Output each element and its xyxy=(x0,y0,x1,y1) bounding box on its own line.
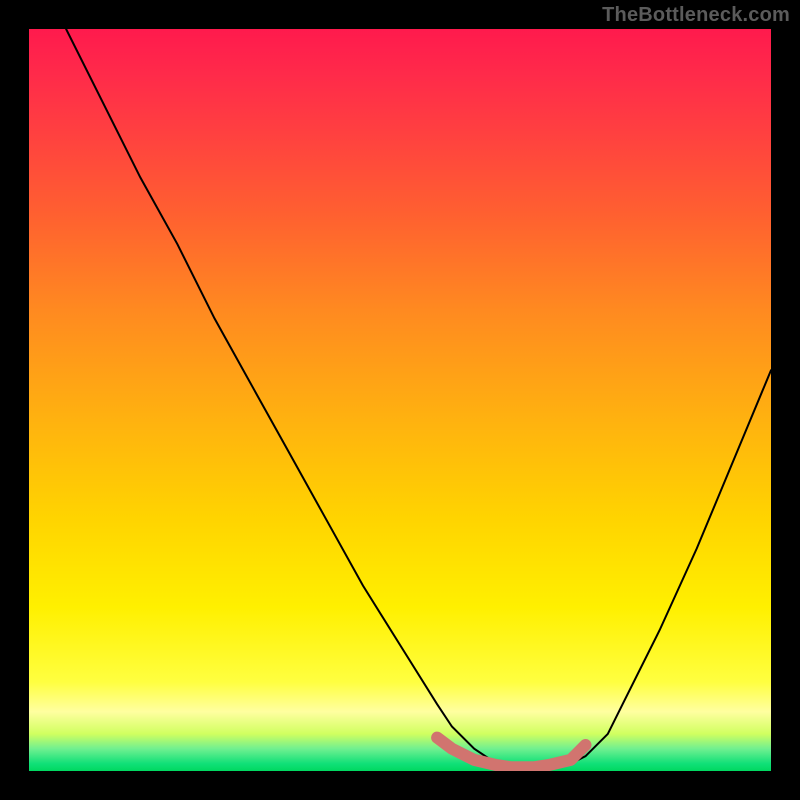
chart-frame: TheBottleneck.com xyxy=(0,0,800,800)
chart-svg xyxy=(29,29,771,771)
optimal-range-marker xyxy=(437,738,585,768)
plot-area xyxy=(29,29,771,771)
bottleneck-curve xyxy=(66,29,771,769)
watermark-text: TheBottleneck.com xyxy=(602,4,790,27)
